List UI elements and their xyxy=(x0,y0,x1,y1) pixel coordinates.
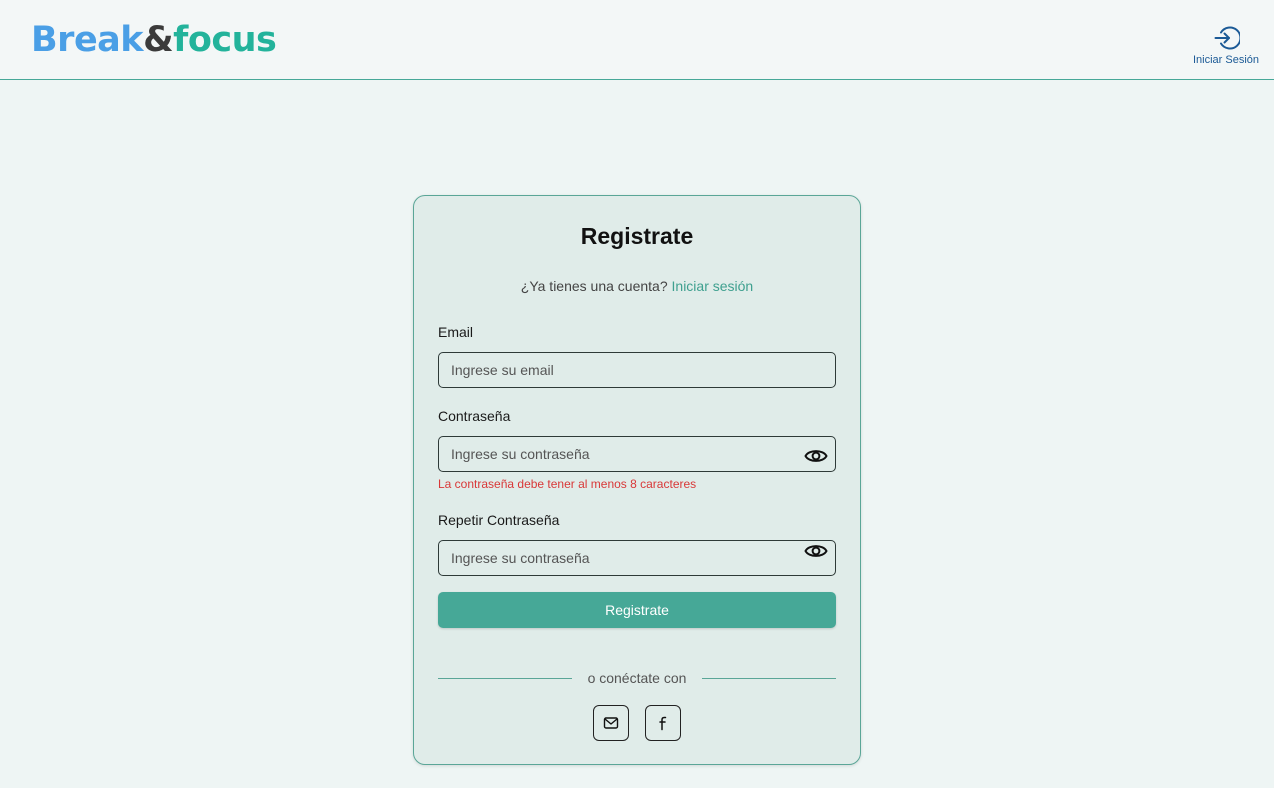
email-field[interactable] xyxy=(438,352,836,388)
password-field[interactable] xyxy=(438,436,836,472)
logo-focus: focus xyxy=(173,20,277,60)
register-card: Registrate ¿Ya tienes una cuenta? Inicia… xyxy=(413,195,861,765)
login-nav-label: Iniciar Sesión xyxy=(1192,54,1260,66)
facebook-icon xyxy=(659,716,667,731)
login-link[interactable]: Iniciar sesión xyxy=(672,278,754,294)
have-account-text: ¿Ya tienes una cuenta? xyxy=(520,278,668,294)
register-button[interactable]: Registrate xyxy=(438,592,836,628)
eye-icon[interactable] xyxy=(804,448,828,464)
facebook-login-button[interactable] xyxy=(645,705,681,741)
email-login-button[interactable] xyxy=(593,705,629,741)
password-error-message: La contraseña debe tener al menos 8 cara… xyxy=(438,477,697,491)
eye-icon[interactable] xyxy=(804,543,828,559)
password-label: Contraseña xyxy=(438,408,511,424)
repeat-password-label: Repetir Contraseña xyxy=(438,512,560,528)
login-icon xyxy=(1214,26,1240,50)
login-nav-button[interactable]: Iniciar Sesión xyxy=(1192,24,1260,66)
logo-break: Break xyxy=(31,20,144,60)
app-logo[interactable]: Break&focus xyxy=(31,18,277,62)
logo-ampersand: & xyxy=(143,20,174,60)
repeat-password-field[interactable] xyxy=(438,540,836,576)
divider-line-right xyxy=(702,678,836,679)
page-title: Registrate xyxy=(580,223,694,249)
top-bar: Break&focus Iniciar Sesión xyxy=(0,0,1274,80)
have-account-line: ¿Ya tienes una cuenta? Iniciar sesión xyxy=(414,278,860,294)
email-label: Email xyxy=(438,324,474,340)
mail-icon xyxy=(603,717,619,729)
